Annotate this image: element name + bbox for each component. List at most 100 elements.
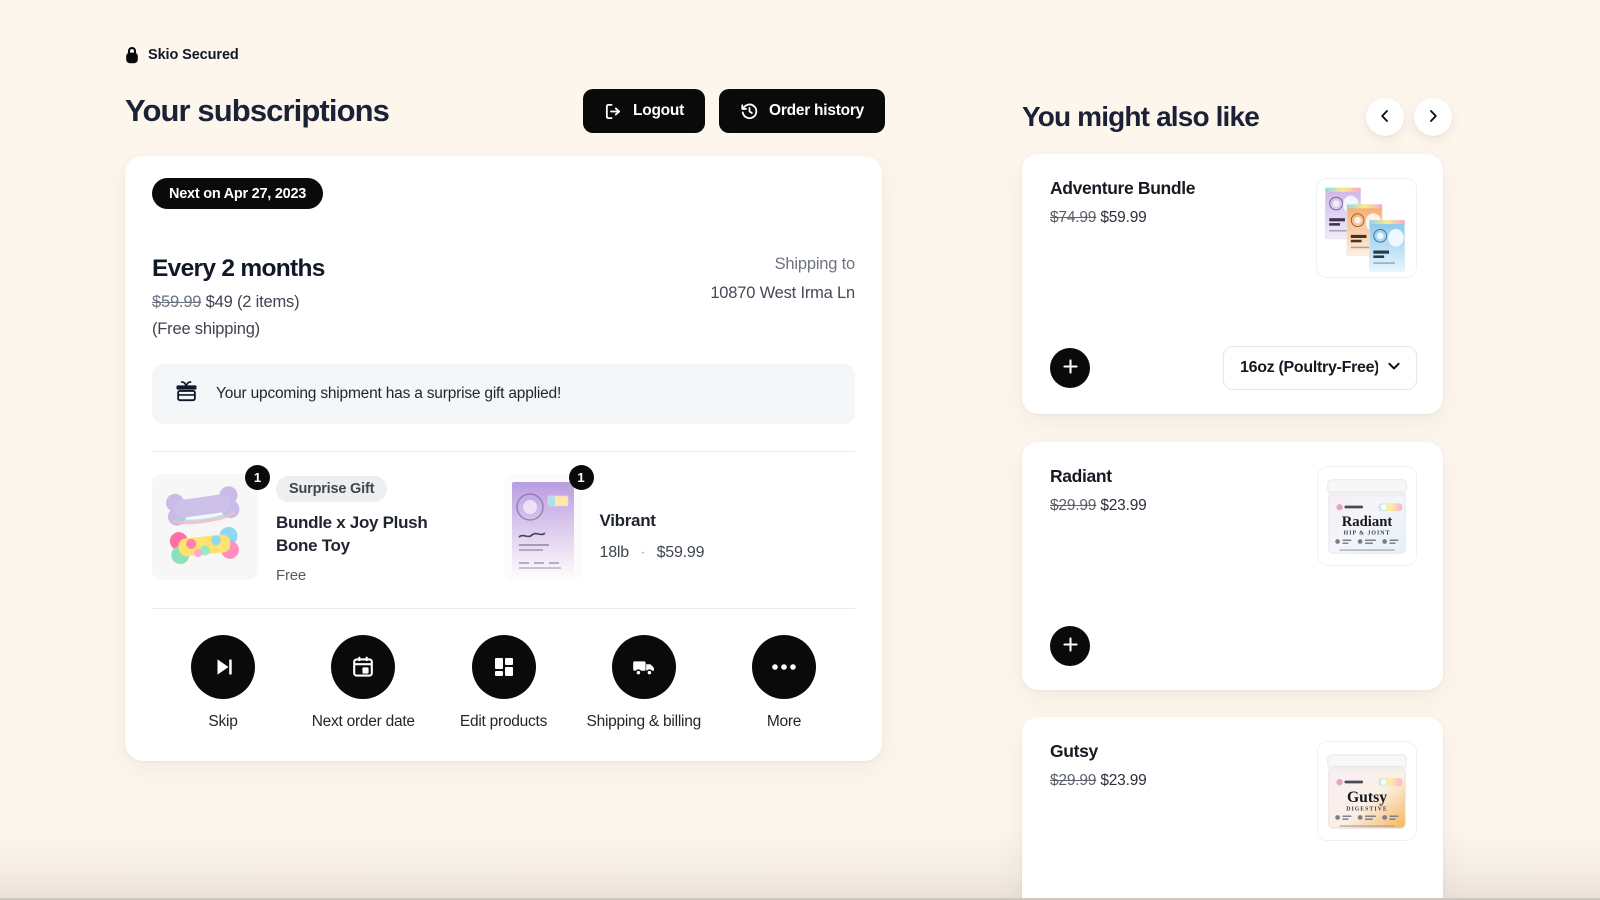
chevron-left-icon [1377,108,1393,127]
clock-history-icon [740,102,759,121]
next-order-badge: Next on Apr 27, 2023 [152,178,324,209]
surprise-gift-banner: Your upcoming shipment has a surprise gi… [152,364,855,424]
ellipsis-icon [752,634,816,699]
page-background: Skio Secured Your subscriptions Logout O… [0,0,1600,900]
grid-layout-icon [471,634,536,699]
item-title-line2: Bone Toy [276,535,350,555]
plan-summary: Every 2 months $59.99 $49 (2 items) (Fre… [152,255,855,339]
logout-button[interactable]: Logout [583,89,706,133]
chevron-down-icon [1386,358,1402,379]
order-history-button[interactable]: Order history [719,89,885,133]
item-info: Surprise Gift Bundle x Joy Plush Bone To… [276,474,428,584]
calendar-icon [331,634,396,699]
skio-secured-badge: Skio Secured [125,44,885,66]
item-size: 18lb [599,543,630,561]
recommendation-price-current: $23.99 [1100,497,1147,514]
action-next-order-date[interactable]: Next order date [300,634,426,731]
order-history-button-label: Order history [769,102,864,119]
plush-bone-toy-image [152,474,258,580]
header-actions: Logout Order history [583,89,885,133]
plus-icon [1062,358,1079,378]
truck-icon [611,634,676,699]
shipping-to-label: Shipping to [774,255,856,273]
carousel-nav [1366,98,1452,136]
plus-icon [1062,636,1079,656]
recommendation-price-current: $23.99 [1100,772,1147,789]
logout-button-label: Logout [633,102,685,119]
action-label: More [766,712,802,730]
surprise-gift-chip: Surprise Gift [276,476,388,502]
recommendation-price-current: $59.99 [1100,209,1147,226]
action-skip[interactable]: Skip [160,634,286,731]
page-header: Your subscriptions Logout Order history [125,88,885,134]
surprise-gift-banner-text: Your upcoming shipment has a surprise gi… [216,385,562,402]
subscription-card: Next on Apr 27, 2023 Every 2 months $59.… [125,156,882,761]
subscription-actions: Skip Next order date Edit products Shipp… [152,609,855,731]
plan-cadence: Every 2 months [152,255,325,282]
item-meta-separator: · [640,543,646,561]
gift-icon [174,379,199,409]
svg-text:HIP & JOINT: HIP & JOINT [1344,531,1391,537]
recommendation-price-original: $29.99 [1050,497,1097,514]
item-price: $59.99 [656,543,705,561]
radiant-hip-joint-jar-image: Radiant HIP & JOINT [1317,466,1417,566]
item-thumbnail-wrap: 1 [152,465,270,584]
item-title: Vibrant [599,511,656,530]
skio-secured-label: Skio Secured [148,47,239,63]
recommendations-title: You might also like [1022,101,1260,132]
action-label: Skip [208,712,238,730]
recommendations-column: You might also like Adventure Bundle $74… [1022,90,1452,900]
page-title: Your subscriptions [125,93,390,128]
recommendation-card[interactable]: Gutsy $29.99 $23.99 Gutsy DIGESTIVE [1022,717,1443,900]
shipping-address: 10870 West Irma Ln [710,284,855,302]
item-price: Free [276,566,307,584]
action-edit-products[interactable]: Edit products [441,634,567,731]
plan-price: $59.99 $49 (2 items) [152,293,325,312]
carousel-prev-button[interactable] [1366,98,1404,136]
item-quantity-badge: 1 [568,465,594,490]
lock-icon [125,46,139,64]
plan-item-count: (2 items) [237,293,300,311]
variant-select[interactable]: 16oz (Poultry-Free) [1223,346,1417,390]
carousel-next-button[interactable] [1414,98,1452,136]
item-thumbnail-wrap: 1 [503,465,594,584]
plan-price-current: $49 [205,293,233,311]
recommendation-controls: 16oz (Poultry-Free) [1050,346,1417,390]
recommendation-price-original: $29.99 [1050,772,1097,789]
subscriptions-column: Skio Secured Your subscriptions Logout O… [125,44,885,761]
adventure-bundle-pouches-image [1316,178,1417,278]
add-to-subscription-button[interactable] [1050,348,1090,388]
item-title: Bundle x Joy Plush Bone Toy [276,512,428,558]
item-quantity-badge: 1 [245,465,270,490]
svg-text:Radiant: Radiant [1342,514,1393,530]
chevron-right-icon [1425,108,1441,127]
action-more[interactable]: More [721,634,847,731]
item-title-line1: Bundle x Joy Plush [276,513,428,532]
subscription-items: 1 Surprise Gift Bundle x Joy Plush Bone … [152,452,855,584]
variant-select-value: 16oz (Poultry-Free) [1240,359,1378,376]
action-label: Edit products [459,712,548,730]
action-label: Shipping & billing [586,712,702,730]
recommendation-card[interactable]: Adventure Bundle $74.99 $59.99 16oz (Pou… [1022,154,1443,414]
plan-price-original: $59.99 [152,293,202,311]
logout-icon [604,102,623,121]
skip-forward-icon [191,634,255,699]
shipping-summary: Shipping to 10870 West Irma Ln [710,255,855,303]
action-shipping-billing[interactable]: Shipping & billing [581,634,707,731]
svg-text:Gutsy: Gutsy [1347,789,1387,806]
svg-text:DIGESTIVE: DIGESTIVE [1346,807,1387,813]
plan-free-shipping: (Free shipping) [152,320,260,338]
recommendation-card[interactable]: Radiant $29.99 $23.99 Radiant HIP & JOIN… [1022,442,1443,690]
add-to-subscription-button[interactable] [1050,626,1090,666]
action-label: Next order date [311,712,415,730]
recommendation-controls [1050,626,1417,666]
recommendations-header: You might also like [1022,90,1452,144]
recommendation-price-original: $74.99 [1050,209,1097,226]
gutsy-digestive-jar-image: Gutsy DIGESTIVE [1317,741,1417,841]
item-meta: 18lb · $59.99 [600,544,705,562]
vibrant-food-bag-image [503,474,582,580]
subscription-item[interactable]: 1 Surprise Gift Bundle x Joy Plush Bone … [152,465,504,584]
item-info: Vibrant 18lb · $59.99 [600,474,705,584]
subscription-item[interactable]: 1 Vibrant 18lb · $59.99 [503,465,856,584]
plan-details: Every 2 months $59.99 $49 (2 items) (Fre… [152,255,325,339]
